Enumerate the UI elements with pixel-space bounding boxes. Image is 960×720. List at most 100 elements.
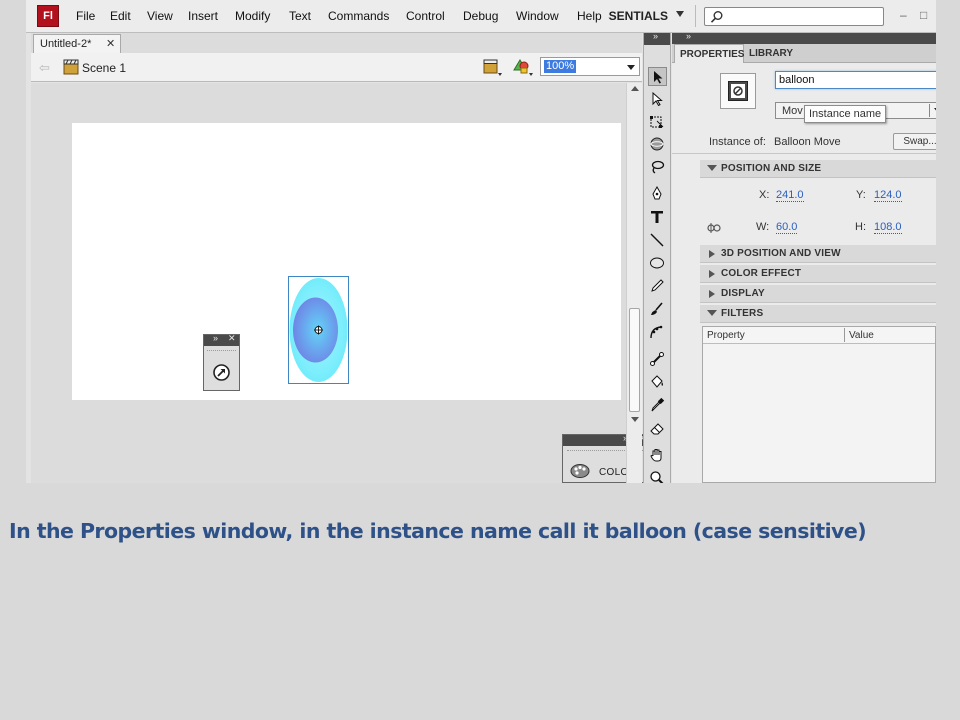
y-label: Y: — [856, 189, 866, 201]
motion-presets-icon[interactable] — [212, 363, 231, 382]
properties-panel: » PROPERTIES LIBRARY Mov Instance name I… — [672, 31, 936, 483]
bone-tool[interactable] — [648, 350, 667, 369]
menu-control[interactable]: Control — [406, 9, 445, 23]
chevron-down-icon[interactable] — [934, 108, 936, 113]
menu-insert[interactable]: Insert — [188, 9, 218, 23]
y-value[interactable]: 124.0 — [874, 189, 902, 202]
scrollbar-thumb[interactable] — [629, 308, 640, 412]
collapsed-triangle-icon[interactable] — [709, 290, 715, 298]
section-3d-position-and-view[interactable]: 3D POSITION AND VIEW — [700, 245, 936, 263]
menu-debug[interactable]: Debug — [463, 9, 498, 23]
collapse-panel-icon[interactable]: » — [653, 31, 658, 41]
expand-panel-icon[interactable]: » — [213, 333, 218, 343]
oval-tool[interactable] — [648, 254, 667, 273]
panel-grip[interactable] — [207, 350, 236, 353]
collapse-panel-icon[interactable]: » — [686, 31, 691, 41]
deco-icon — [650, 325, 663, 339]
text-tool[interactable] — [648, 208, 667, 227]
instance-of-value: Balloon Move — [774, 136, 841, 148]
hand-tool[interactable] — [648, 446, 667, 465]
menu-edit[interactable]: Edit — [110, 9, 131, 23]
arrow-icon — [654, 71, 663, 84]
chevron-down-icon[interactable] — [627, 65, 635, 70]
column-header-value[interactable]: Value — [849, 330, 874, 341]
zoom-tool[interactable] — [648, 469, 667, 483]
back-arrow-icon[interactable]: ⇦ — [39, 60, 50, 76]
menu-modify[interactable]: Modify — [235, 9, 270, 23]
panel-header[interactable]: » — [672, 31, 936, 44]
scroll-up-arrow-icon[interactable] — [631, 86, 639, 91]
brush-tool[interactable] — [648, 300, 667, 319]
balloon-instance[interactable] — [288, 276, 349, 384]
subselection-tool[interactable] — [648, 90, 667, 109]
tab-library[interactable]: LIBRARY — [744, 44, 798, 63]
h-value[interactable]: 108.0 — [874, 221, 902, 234]
paint-bucket-icon — [651, 375, 663, 388]
workspace-switcher[interactable]: ESSENTIALS — [608, 9, 668, 23]
instruction-caption: In the Properties window, in the instanc… — [9, 519, 867, 543]
line-icon — [650, 233, 664, 247]
chevron-down-icon[interactable] — [676, 11, 684, 17]
vertical-scrollbar[interactable] — [626, 83, 642, 483]
movie-clip-icon — [728, 81, 748, 101]
menu-view[interactable]: View — [147, 9, 173, 23]
w-value[interactable]: 60.0 — [776, 221, 798, 234]
free-transform-tool[interactable] — [648, 113, 667, 132]
menu-file[interactable]: File — [76, 9, 95, 23]
instance-name-input[interactable] — [775, 71, 936, 89]
filters-table[interactable]: Property Value — [702, 326, 936, 483]
collapsed-panel[interactable]: » ✕ — [203, 333, 240, 391]
swap-button[interactable]: Swap... — [893, 133, 936, 150]
edit-scene-icon[interactable] — [483, 59, 503, 77]
search-input[interactable] — [704, 7, 884, 26]
select-divider — [929, 104, 930, 117]
edit-symbols-icon[interactable] — [512, 58, 534, 77]
filters-table-header: Property Value — [703, 327, 935, 344]
edit-bar: ⇦ Scene 1 100% — [31, 53, 642, 82]
eraser-icon — [650, 423, 664, 435]
maximize-button[interactable]: □ — [920, 8, 927, 22]
deco-tool[interactable] — [648, 323, 667, 342]
x-value[interactable]: 241.0 — [776, 189, 804, 202]
flash-logo: Fl — [37, 5, 59, 27]
3d-rotation-tool[interactable] — [648, 135, 667, 154]
close-icon[interactable]: ✕ — [228, 333, 236, 344]
eraser-tool[interactable] — [648, 419, 667, 438]
eyedropper-tool[interactable] — [648, 396, 667, 415]
expand-triangle-icon[interactable] — [707, 165, 717, 171]
section-color-effect[interactable]: COLOR EFFECT — [700, 265, 936, 283]
pen-tool[interactable] — [648, 185, 667, 204]
expand-triangle-icon[interactable] — [707, 310, 717, 316]
panel-header[interactable]: » — [644, 31, 670, 45]
scroll-down-arrow-icon[interactable] — [631, 417, 639, 422]
paint-bucket-tool[interactable] — [648, 373, 667, 392]
hand-icon — [650, 449, 662, 462]
selection-tool[interactable] — [648, 67, 667, 86]
pencil-tool[interactable] — [648, 277, 667, 296]
menu-window[interactable]: Window — [516, 9, 559, 23]
pencil-icon — [651, 279, 664, 292]
document-tab[interactable]: Untitled-2* ✕ — [33, 34, 121, 53]
collapsed-triangle-icon[interactable] — [709, 270, 715, 278]
section-position-and-size[interactable]: POSITION AND SIZE — [700, 160, 936, 178]
pen-icon — [652, 186, 662, 200]
panel-tab-bar: PROPERTIES LIBRARY — [672, 44, 936, 63]
line-tool[interactable] — [648, 231, 667, 250]
section-filters[interactable]: FILTERS — [700, 305, 936, 323]
minimize-button[interactable]: – — [900, 8, 907, 22]
palette-icon — [570, 464, 590, 478]
section-display[interactable]: DISPLAY — [700, 285, 936, 303]
column-divider[interactable] — [844, 328, 845, 342]
panel-header[interactable]: » ✕ — [204, 333, 239, 346]
menu-commands[interactable]: Commands — [328, 9, 389, 23]
collapsed-triangle-icon[interactable] — [709, 250, 715, 258]
lasso-tool[interactable] — [648, 158, 667, 177]
bone-icon — [650, 352, 664, 366]
lock-width-height-icon[interactable] — [707, 222, 721, 234]
tab-properties[interactable]: PROPERTIES — [674, 44, 744, 63]
menu-text[interactable]: Text — [289, 9, 311, 23]
column-header-property[interactable]: Property — [707, 330, 745, 341]
zoom-select[interactable]: 100% — [540, 57, 640, 76]
close-icon[interactable]: ✕ — [106, 37, 115, 50]
menu-help[interactable]: Help — [577, 9, 602, 23]
